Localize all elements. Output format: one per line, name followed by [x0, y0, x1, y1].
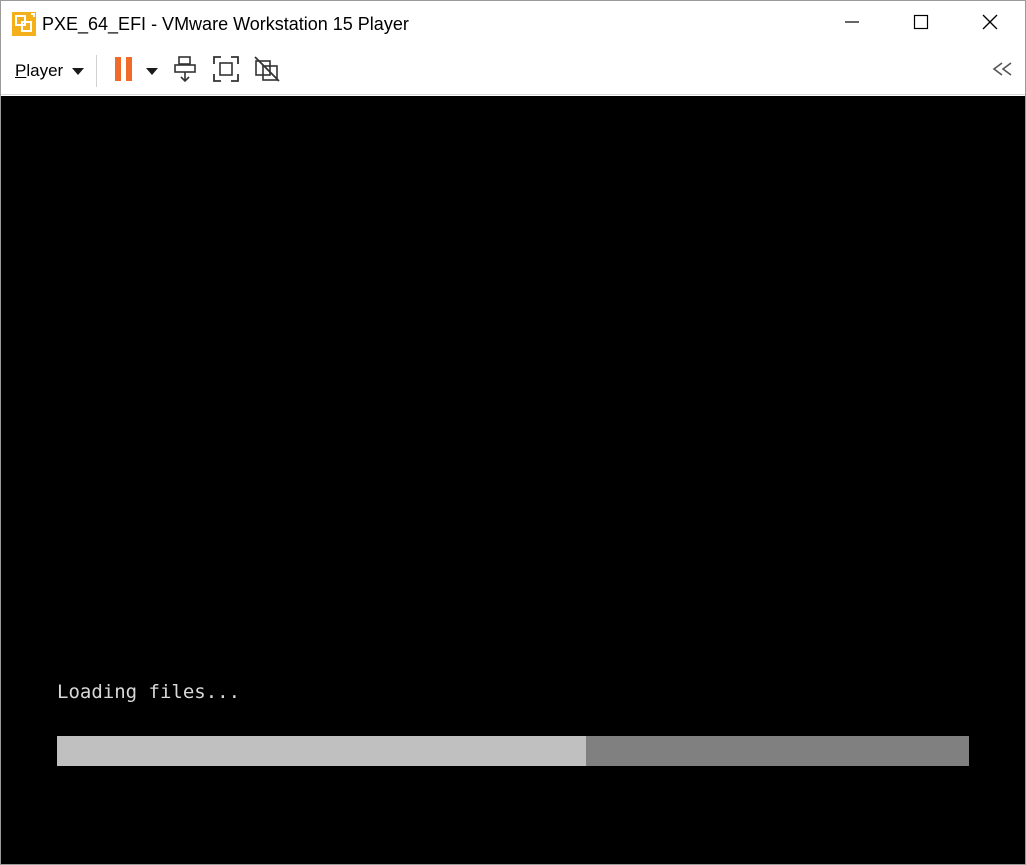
player-menu[interactable]: Player [9, 56, 90, 86]
title-bar[interactable]: PXE_64_EFI - VMware Workstation 15 Playe… [1, 1, 1025, 47]
unity-button[interactable] [252, 55, 282, 88]
unity-disabled-icon [253, 55, 281, 88]
minimize-icon [844, 14, 860, 35]
toolbar-separator [96, 55, 97, 87]
full-screen-button[interactable] [211, 55, 241, 88]
fullscreen-icon [212, 55, 240, 88]
chevron-down-icon [72, 67, 85, 75]
vmware-player-window: PXE_64_EFI - VMware Workstation 15 Playe… [0, 0, 1026, 865]
maximize-button[interactable] [898, 1, 944, 47]
send-ctrl-alt-del-button[interactable] [171, 55, 201, 88]
double-chevron-left-icon [991, 61, 1015, 81]
window-title: PXE_64_EFI - VMware Workstation 15 Playe… [42, 14, 409, 34]
player-menu-label: Player [15, 61, 64, 80]
ctrl-alt-del-icon [172, 55, 200, 88]
power-options-dropdown[interactable] [146, 68, 158, 75]
pause-button[interactable] [109, 56, 139, 86]
collapse-toolbar-button[interactable] [989, 59, 1017, 83]
close-button[interactable] [967, 1, 1013, 47]
vm-console[interactable]: Loading files... [1, 96, 1025, 864]
loading-status-text: Loading files... [57, 681, 241, 703]
loading-progress-fill [57, 736, 586, 766]
close-icon [982, 14, 998, 35]
pause-icon [113, 56, 135, 87]
loading-progress-bar [57, 736, 969, 766]
minimize-button[interactable] [829, 1, 875, 47]
vmware-player-icon[interactable] [12, 12, 36, 36]
toolbar: Player [1, 47, 1025, 95]
maximize-icon [913, 14, 929, 35]
